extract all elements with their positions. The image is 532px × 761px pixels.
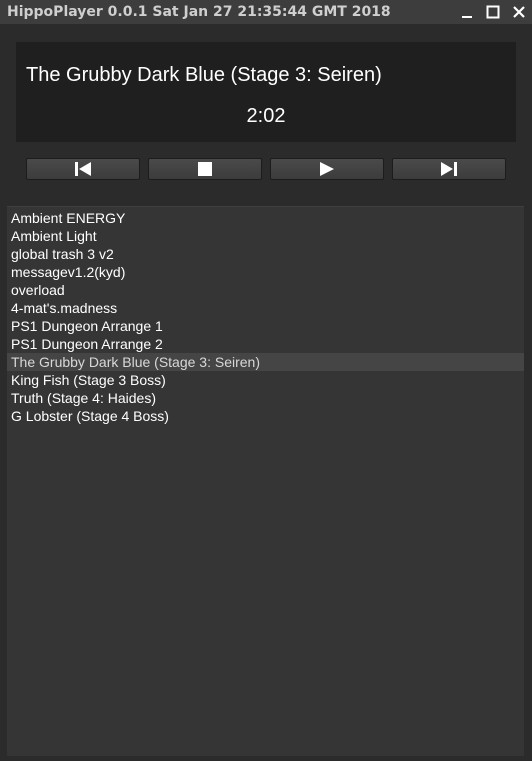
playlist-item[interactable]: global trash 3 v2 bbox=[7, 245, 524, 263]
maximize-icon bbox=[486, 5, 500, 19]
stop-button[interactable] bbox=[148, 158, 262, 180]
playlist-item[interactable]: 4-mat's.madness bbox=[7, 299, 524, 317]
minimize-button[interactable] bbox=[454, 0, 480, 24]
playlist-item[interactable]: Ambient ENERGY bbox=[7, 209, 524, 227]
playlist-item[interactable]: overload bbox=[7, 281, 524, 299]
next-button[interactable] bbox=[392, 158, 506, 180]
playlist[interactable]: Ambient ENERGY Ambient Light global trash … bbox=[7, 206, 524, 756]
playlist-item-current[interactable]: The Grubby Dark Blue (Stage 3: Seiren) bbox=[7, 353, 524, 371]
playlist-item[interactable]: messagev1.2(kyd) bbox=[7, 263, 524, 281]
playlist-item[interactable]: Ambient Light bbox=[7, 227, 524, 245]
playlist-item[interactable]: PS1 Dungeon Arrange 1 bbox=[7, 317, 524, 335]
previous-icon bbox=[75, 162, 91, 176]
transport-controls bbox=[26, 158, 506, 182]
title-bar[interactable]: HippoPlayer 0.0.1 Sat Jan 27 21:35:44 GM… bbox=[0, 0, 532, 24]
playlist-item[interactable]: G Lobster (Stage 4 Boss) bbox=[7, 407, 524, 425]
current-song-title: The Grubby Dark Blue (Stage 3: Seiren) bbox=[26, 64, 382, 86]
close-button[interactable] bbox=[506, 0, 532, 24]
play-button[interactable] bbox=[270, 158, 384, 180]
maximize-button[interactable] bbox=[480, 0, 506, 24]
close-icon bbox=[513, 6, 525, 18]
previous-button[interactable] bbox=[26, 158, 140, 180]
playback-time: 2:02 bbox=[246, 105, 286, 127]
playlist-item[interactable]: PS1 Dungeon Arrange 2 bbox=[7, 335, 524, 353]
next-icon bbox=[441, 162, 457, 176]
play-icon bbox=[320, 162, 334, 176]
playlist-item[interactable]: Truth (Stage 4: Haides) bbox=[7, 389, 524, 407]
window-controls bbox=[454, 0, 532, 24]
minimize-icon bbox=[462, 16, 472, 18]
playlist-items: Ambient ENERGY Ambient Light global trash … bbox=[7, 207, 524, 425]
stop-icon bbox=[198, 162, 212, 176]
window-title: HippoPlayer 0.0.1 Sat Jan 27 21:35:44 GM… bbox=[7, 4, 391, 20]
playlist-item[interactable]: King Fish (Stage 3 Boss) bbox=[7, 371, 524, 389]
now-playing-panel: The Grubby Dark Blue (Stage 3: Seiren) 2… bbox=[16, 42, 516, 142]
